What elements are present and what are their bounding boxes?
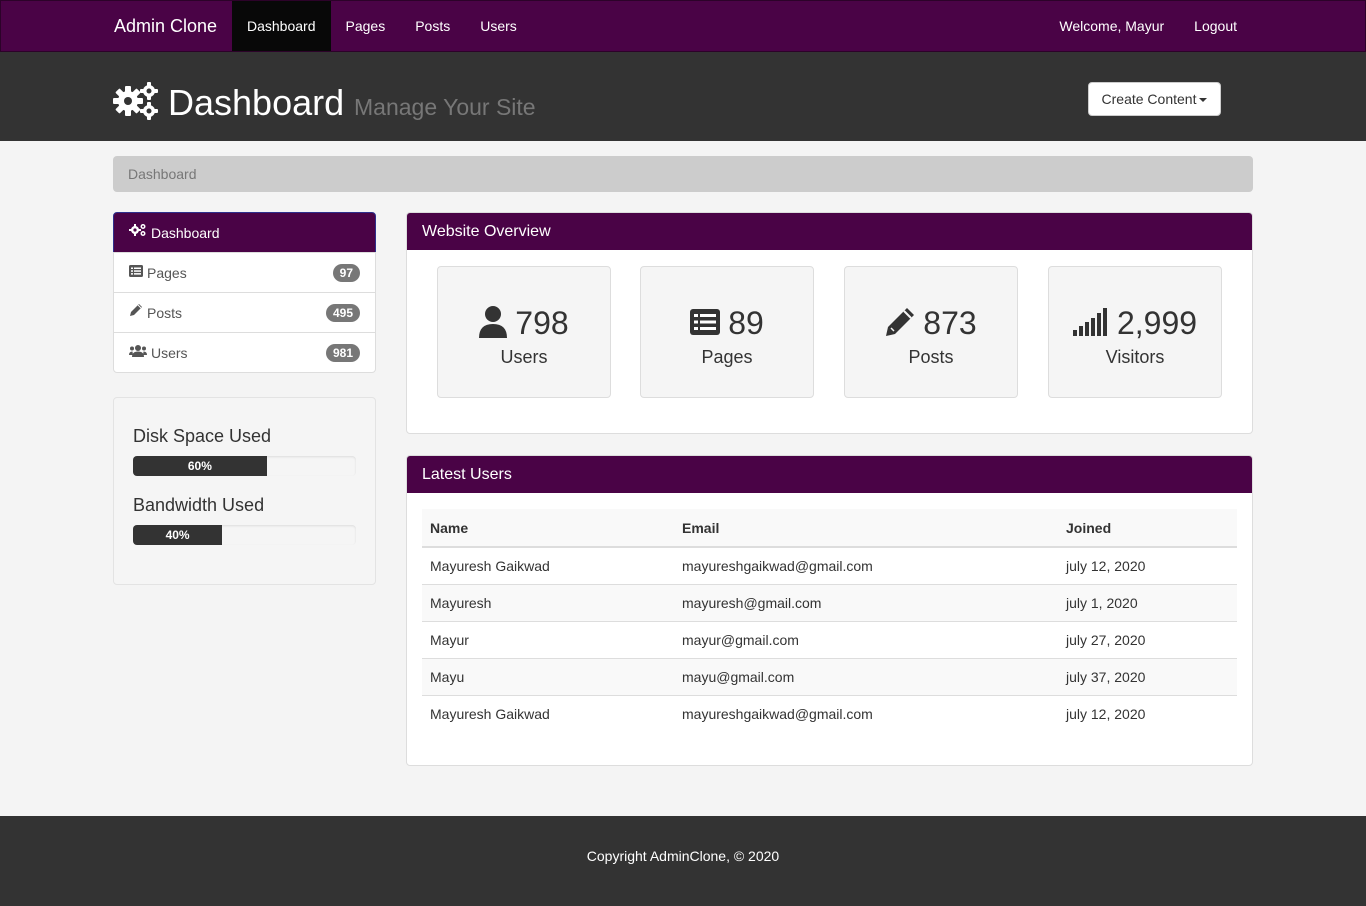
sidebar-item-label: Pages — [147, 265, 187, 281]
user-email: mayureshgaikwad@gmail.com — [674, 694, 1058, 732]
sidebar-menu: Dashboard Pages 97 Posts 495 Users 981 — [113, 212, 376, 373]
stat-label: Posts — [908, 347, 954, 367]
list-icon — [690, 308, 721, 338]
table-row: Mayuresh mayuresh@gmail.com july 1, 2020 — [422, 583, 1237, 621]
count-badge: 495 — [325, 304, 360, 322]
create-content-label: Create Content — [1101, 91, 1197, 107]
users-table: Name Email Joined Mayuresh Gaikwad mayur… — [422, 509, 1237, 732]
create-content-button[interactable]: Create Content — [1088, 82, 1221, 116]
user-name: Mayur — [422, 620, 674, 658]
user-email: mayur@gmail.com — [674, 620, 1058, 658]
user-name: Mayuresh — [422, 583, 674, 621]
sidebar-item-label: Users — [151, 345, 188, 361]
logout-link[interactable]: Logout — [1179, 1, 1252, 51]
user-email: mayu@gmail.com — [674, 657, 1058, 695]
page-footer: Copyright AdminClone, © 2020 — [0, 816, 1366, 906]
disk-space-progress: 60% — [133, 456, 356, 476]
copyright-text: Copyright AdminClone, © 2020 — [586, 848, 780, 864]
user-email: mayureshgaikwad@gmail.com — [674, 546, 1058, 584]
user-joined: july 37, 2020 — [1058, 657, 1237, 695]
main-nav: Dashboard Pages Posts Users — [232, 1, 532, 51]
list-icon — [129, 252, 143, 292]
signal-icon — [1072, 307, 1109, 339]
usage-panel: Disk Space Used 60% Bandwidth Used 40% — [113, 397, 376, 585]
column-header-joined: Joined — [1058, 509, 1237, 548]
nav-link-users[interactable]: Users — [465, 1, 532, 51]
stat-value: 89 — [728, 305, 764, 341]
caret-down-icon — [1199, 98, 1208, 103]
stat-tile-visitors: 2,999 Visitors — [1048, 266, 1222, 398]
user-joined: july 12, 2020 — [1058, 694, 1237, 732]
pencil-icon — [885, 307, 915, 340]
page-title: Dashboard — [168, 82, 345, 123]
count-badge: 97 — [332, 264, 360, 282]
user-name: Mayuresh Gaikwad — [422, 546, 674, 584]
user-nav: Welcome, Mayur Logout — [1044, 1, 1252, 51]
stat-value: 798 — [515, 305, 569, 341]
bandwidth-bar: 40% — [133, 525, 223, 545]
table-row: Mayuresh Gaikwad mayureshgaikwad@gmail.c… — [422, 694, 1237, 732]
page-header: Dashboard Manage Your Site Create Conten… — [0, 52, 1366, 141]
pencil-icon — [129, 292, 143, 332]
table-row: Mayuresh Gaikwad mayureshgaikwad@gmail.c… — [422, 546, 1237, 584]
column-header-name: Name — [422, 509, 674, 548]
top-navbar: Admin Clone Dashboard Pages Posts Users … — [0, 0, 1366, 52]
gears-icon — [113, 82, 159, 123]
table-header-row: Name Email Joined — [422, 509, 1237, 548]
user-joined: july 1, 2020 — [1058, 583, 1237, 621]
nav-link-dashboard[interactable]: Dashboard — [232, 1, 331, 51]
table-row: Mayur mayur@gmail.com july 27, 2020 — [422, 620, 1237, 658]
user-name: Mayuresh Gaikwad — [422, 694, 674, 732]
sidebar-item-posts[interactable]: Posts 495 — [113, 292, 376, 333]
sidebar-item-pages[interactable]: Pages 97 — [113, 252, 376, 293]
disk-space-label: Disk Space Used — [133, 426, 272, 446]
user-joined: july 27, 2020 — [1058, 620, 1237, 658]
panel-title: Latest Users — [407, 456, 1252, 493]
welcome-link[interactable]: Welcome, Mayur — [1044, 1, 1179, 51]
table-row: Mayu mayu@gmail.com july 37, 2020 — [422, 657, 1237, 695]
users-icon — [129, 332, 147, 372]
nav-link-pages[interactable]: Pages — [331, 1, 401, 51]
user-email: mayuresh@gmail.com — [674, 583, 1058, 621]
stat-label: Visitors — [1105, 347, 1165, 367]
stat-label: Users — [500, 347, 548, 367]
brand-logo[interactable]: Admin Clone — [114, 1, 217, 51]
bandwidth-progress: 40% — [133, 525, 356, 545]
stat-tile-pages: 89 Pages — [640, 266, 814, 398]
sidebar-item-users[interactable]: Users 981 — [113, 332, 376, 373]
gears-icon — [129, 212, 147, 252]
user-name: Mayu — [422, 657, 674, 695]
stat-tile-users: 798 Users — [437, 266, 611, 398]
stat-value: 873 — [923, 305, 977, 341]
sidebar-item-label: Dashboard — [151, 225, 220, 241]
page-subtitle: Manage Your Site — [354, 94, 536, 120]
website-overview-panel: Website Overview 798 Users 89 Pages 873 … — [406, 212, 1253, 434]
stat-value: 2,999 — [1116, 305, 1198, 341]
nav-link-posts[interactable]: Posts — [400, 1, 465, 51]
column-header-email: Email — [674, 509, 1058, 548]
panel-title: Website Overview — [407, 213, 1252, 250]
latest-users-panel: Latest Users Name Email Joined Mayuresh … — [406, 455, 1253, 766]
stat-tile-posts: 873 Posts — [844, 266, 1018, 398]
user-icon — [479, 305, 508, 341]
stat-label: Pages — [701, 347, 753, 367]
user-joined: july 12, 2020 — [1058, 546, 1237, 584]
sidebar-item-label: Posts — [147, 305, 183, 321]
disk-space-bar: 60% — [133, 456, 267, 476]
breadcrumb: Dashboard — [113, 156, 1253, 192]
count-badge: 981 — [325, 344, 360, 362]
bandwidth-label: Bandwidth Used — [133, 495, 265, 515]
sidebar-item-dashboard[interactable]: Dashboard — [113, 212, 376, 253]
